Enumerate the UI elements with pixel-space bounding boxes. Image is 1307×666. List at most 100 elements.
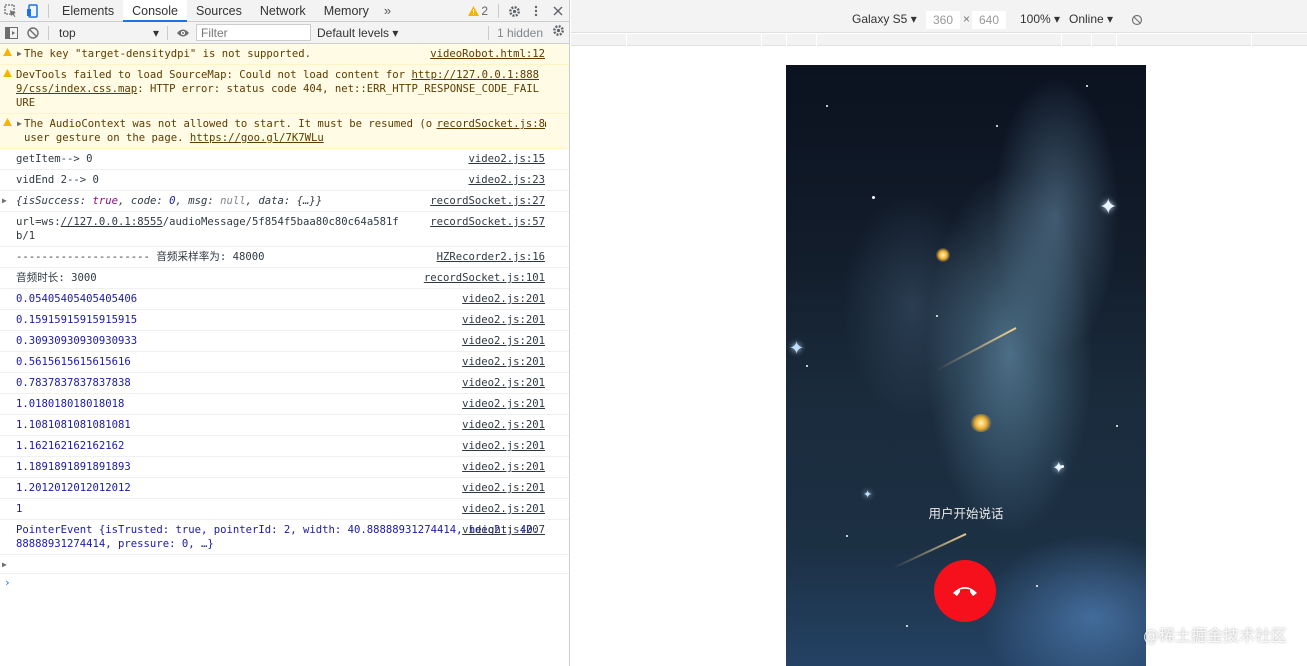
hang-up-button[interactable] (934, 560, 996, 622)
toolbar-divider (48, 3, 49, 18)
dropdown-arrow-icon: ▾ (910, 12, 917, 26)
message-text: url=ws: (16, 216, 61, 228)
more-tabs-button[interactable]: » (378, 3, 397, 18)
source-link[interactable]: recordSocket.js:8 (432, 117, 545, 131)
rotate-icon[interactable] (1131, 14, 1143, 29)
sparkle-star: ✦ (789, 338, 805, 359)
source-link[interactable]: video2.js:201 (458, 439, 545, 453)
warning-icon (3, 48, 12, 56)
media-query-ruler[interactable] (571, 34, 1307, 46)
expand-arrow-icon[interactable]: ▶ (2, 194, 7, 208)
expand-arrow-icon[interactable]: ▶ (2, 558, 7, 572)
console-prompt[interactable]: › (0, 574, 569, 590)
console-log: 0.05405405405405406 video2.js:201 (0, 289, 569, 310)
star (1086, 85, 1088, 87)
tab-console[interactable]: Console (123, 0, 187, 22)
inspect-element-icon[interactable] (0, 0, 22, 22)
sparkle-star: ✦ (1052, 458, 1066, 477)
device-toolbar: Galaxy S5 ▾ 360 × 640 100% ▾ Online ▾ (571, 0, 1307, 33)
source-link[interactable]: video2.js:201 (458, 460, 545, 474)
tab-elements[interactable]: Elements (53, 0, 123, 22)
source-link[interactable]: video2.js:201 (458, 334, 545, 348)
context-select[interactable]: top ▾ (53, 24, 163, 42)
ruler-tick (1061, 34, 1062, 46)
console-warning: DevTools failed to load SourceMap: Could… (0, 65, 569, 114)
sparkle-star: ✦ (863, 488, 873, 501)
settings-gear-icon[interactable] (503, 0, 525, 22)
sidebar-toggle-icon[interactable] (0, 22, 22, 44)
device-name: Galaxy S5 (852, 12, 908, 26)
console-warning: ▶ The key "target-densitydpi" is not sup… (0, 44, 569, 65)
source-link[interactable]: video2.js:201 (458, 481, 545, 495)
tab-memory[interactable]: Memory (315, 0, 378, 22)
phone-screen: ✦ ✦ ✦ ✦ 用户开始说话 (786, 65, 1146, 666)
filter-input[interactable] (196, 24, 311, 41)
console-log: 音频时长: 3000 recordSocket.js:101 (0, 268, 569, 289)
context-value: top (59, 25, 76, 40)
dropdown-arrow-icon: ▾ (1107, 12, 1114, 26)
device-toggle-icon[interactable] (22, 0, 44, 22)
source-link[interactable]: videoRobot.html:12 (426, 47, 545, 61)
source-link[interactable]: video2.js:201 (458, 313, 545, 327)
console-log: 0.30930930930930933 video2.js:201 (0, 331, 569, 352)
source-link[interactable]: video2.js:23 (464, 173, 545, 187)
phone-hangup-icon (953, 587, 977, 596)
expand-arrow-icon[interactable]: ▶ (17, 117, 22, 131)
source-link[interactable]: recordSocket.js:27 (426, 194, 545, 208)
star (1116, 425, 1118, 427)
width-input[interactable]: 360 (926, 11, 960, 29)
message-link[interactable]: //127.0.0.1:8555 (61, 216, 163, 228)
glowing-planet (970, 414, 992, 432)
close-icon[interactable] (547, 0, 569, 22)
source-link[interactable]: video2.js:201 (458, 502, 545, 516)
live-expression-eye-icon[interactable] (172, 22, 194, 44)
shooting-star (936, 327, 1017, 372)
zoom-select[interactable]: 100% ▾ (1020, 12, 1060, 26)
ruler-tick (1116, 34, 1117, 46)
network-throttle-select[interactable]: Online ▾ (1069, 12, 1113, 26)
network-value: Online (1069, 12, 1104, 26)
source-link[interactable]: HZRecorder2.js:16 (433, 250, 545, 264)
console-log: 1.1081081081081081 video2.js:201 (0, 415, 569, 436)
warning-icon (3, 118, 12, 126)
expand-arrow-icon[interactable]: ▶ (17, 47, 22, 61)
source-link[interactable]: video2.js:201 (458, 397, 545, 411)
source-link[interactable]: recordSocket.js:101 (420, 271, 545, 285)
ruler-tick (816, 34, 817, 46)
source-link[interactable]: video2.js:207 (458, 523, 545, 537)
star (906, 625, 908, 627)
devtools-panel: Elements Console Sources Network Memory … (0, 0, 570, 666)
console-log: PointerEvent {isTrusted: true, pointerId… (0, 520, 569, 555)
source-link[interactable]: video2.js:201 (458, 292, 545, 306)
star (846, 535, 848, 537)
console-settings-gear-icon[interactable] (552, 24, 565, 40)
height-input[interactable]: 640 (972, 11, 1006, 29)
warning-counter[interactable]: 2 (462, 4, 494, 18)
log-levels-label: Default levels (317, 25, 390, 40)
tab-network[interactable]: Network (251, 0, 315, 22)
console-log: --------------------- 音频采样率为: 48000 HZRe… (0, 247, 569, 268)
console-log: 1.018018018018018 video2.js:201 (0, 394, 569, 415)
warning-icon (3, 69, 12, 77)
dimension-separator: × (963, 12, 971, 26)
glowing-planet (936, 248, 950, 262)
device-select[interactable]: Galaxy S5 ▾ (852, 12, 917, 26)
console-filterbar: top ▾ Default levels ▾ 1 hidden (0, 22, 569, 44)
source-link[interactable]: video2.js:201 (458, 418, 545, 432)
ruler-tick (1091, 34, 1092, 46)
source-link[interactable]: recordSocket.js:57 (426, 215, 545, 229)
console-warning: ▶ The AudioContext was not allowed to st… (0, 114, 569, 149)
source-link[interactable]: video2.js:201 (458, 355, 545, 369)
tab-sources[interactable]: Sources (187, 0, 251, 22)
message-link[interactable]: https://goo.gl/7K7WLu (190, 132, 324, 144)
source-link[interactable]: video2.js:201 (458, 376, 545, 390)
star (826, 105, 828, 107)
source-link[interactable]: video2.js:15 (464, 152, 545, 166)
kebab-menu-icon[interactable] (525, 0, 547, 22)
ruler-tick (786, 34, 787, 46)
star (936, 315, 938, 317)
star (1036, 585, 1038, 587)
devtools-tabbar: Elements Console Sources Network Memory … (0, 0, 569, 22)
log-levels-dropdown[interactable]: Default levels ▾ (317, 26, 398, 40)
clear-console-icon[interactable] (22, 22, 44, 44)
